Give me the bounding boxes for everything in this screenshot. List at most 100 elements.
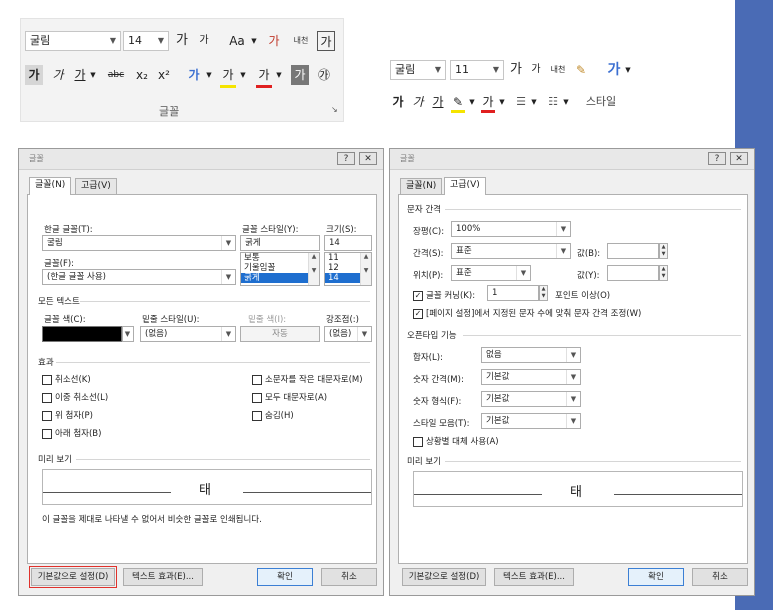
- mini-highlight-button[interactable]: ✎: [450, 92, 466, 112]
- superscript-checkbox[interactable]: 위 첨자(P): [42, 409, 93, 421]
- text-effects-button[interactable]: 가: [185, 65, 203, 85]
- grow-font-button[interactable]: 가: [173, 31, 191, 51]
- cancel-button[interactable]: 취소: [692, 568, 748, 586]
- close-icon[interactable]: ✕: [359, 152, 377, 165]
- help-icon[interactable]: ?: [337, 152, 355, 165]
- chevron-down-icon[interactable]: ▼: [435, 61, 441, 79]
- chevron-down-icon[interactable]: ▼: [158, 32, 164, 50]
- mini-italic-button[interactable]: 가: [410, 92, 426, 112]
- chevron-down-icon[interactable]: ▼: [498, 92, 506, 112]
- chevron-down-icon[interactable]: ▼: [357, 327, 371, 341]
- tab-font[interactable]: 글꼴(N): [400, 178, 443, 194]
- scrollbar[interactable]: ▲ ▼: [308, 253, 319, 285]
- change-case-button[interactable]: Aa: [224, 31, 250, 51]
- superscript-button[interactable]: x²: [155, 65, 173, 85]
- set-as-default-button[interactable]: 기본값으로 설정(D): [402, 568, 486, 586]
- size-input[interactable]: 14: [324, 235, 372, 251]
- chevron-down-icon[interactable]: ▼: [516, 266, 530, 280]
- mini-underline-button[interactable]: 가: [430, 92, 446, 112]
- chevron-down-icon[interactable]: ▼: [556, 222, 570, 236]
- checkbox-box[interactable]: [42, 374, 52, 385]
- subscript-button[interactable]: x₂: [133, 65, 151, 85]
- checkbox-box[interactable]: [42, 410, 52, 421]
- tab-advanced[interactable]: 고급(V): [75, 178, 117, 194]
- italic-button[interactable]: 가: [49, 65, 67, 85]
- spinner-icon[interactable]: ▲ ▼: [659, 243, 668, 259]
- checkbox-box[interactable]: [252, 410, 262, 421]
- underline-style-combo[interactable]: (없음) ▼: [140, 326, 236, 342]
- bullets-icon[interactable]: ☰: [512, 92, 530, 112]
- mini-styles-button[interactable]: 스타일: [576, 92, 626, 112]
- chevron-down-icon[interactable]: ▼: [110, 32, 116, 50]
- position-by-input[interactable]: [607, 265, 659, 281]
- small-caps-checkbox[interactable]: 소문자를 작은 대문자로(M): [252, 373, 363, 385]
- chevron-down-icon[interactable]: ▼: [89, 65, 97, 85]
- spinner-icon[interactable]: ▲ ▼: [659, 265, 668, 281]
- numbering-icon[interactable]: ☷: [544, 92, 562, 112]
- help-icon[interactable]: ?: [708, 152, 726, 165]
- phonetic-guide-button[interactable]: 내천: [289, 31, 313, 51]
- chevron-down-icon[interactable]: ▼: [566, 414, 580, 428]
- kerning-input[interactable]: 1: [487, 285, 539, 301]
- chevron-down-icon[interactable]: ▼: [275, 65, 283, 85]
- ok-button[interactable]: 확인: [257, 568, 313, 586]
- chevron-down-icon[interactable]: ▼: [566, 348, 580, 362]
- character-shading-button[interactable]: 가: [291, 65, 309, 85]
- strikethrough-checkbox[interactable]: 취소선(K): [42, 373, 91, 385]
- all-caps-checkbox[interactable]: 모두 대문자로(A): [252, 391, 327, 403]
- mini-font-name-combo[interactable]: 굴림 ▼: [390, 60, 446, 80]
- dialog-launcher-icon[interactable]: ↘: [331, 105, 338, 114]
- ok-button[interactable]: 확인: [628, 568, 684, 586]
- chevron-down-icon[interactable]: ▼: [566, 392, 580, 406]
- chevron-down-icon[interactable]: ▼: [530, 92, 538, 112]
- font-style-list[interactable]: 보통 기울임꼴 굵게 ▲ ▼: [240, 252, 320, 286]
- kerning-checkbox[interactable]: ✓ 글꼴 커닝(K):: [413, 289, 475, 301]
- checkbox-box[interactable]: [252, 374, 262, 385]
- chevron-down-icon[interactable]: ▼: [221, 236, 235, 250]
- highlight-button[interactable]: 가: [219, 65, 237, 85]
- spinner-icon[interactable]: ▲ ▼: [539, 285, 548, 301]
- chevron-down-icon[interactable]: ▼: [566, 370, 580, 384]
- mini-font-color-button[interactable]: 가: [480, 92, 496, 112]
- chevron-down-icon[interactable]: ▼: [562, 92, 570, 112]
- emphasis-combo[interactable]: (없음) ▼: [324, 326, 372, 342]
- set-as-default-button[interactable]: 기본값으로 설정(D): [29, 566, 117, 588]
- tab-advanced[interactable]: 고급(V): [444, 177, 486, 195]
- mini-shrink-font-button[interactable]: 가: [528, 60, 544, 80]
- checkbox-box[interactable]: ✓: [413, 290, 423, 301]
- tab-font[interactable]: 글꼴(N): [29, 177, 72, 195]
- shrink-font-button[interactable]: 가: [195, 31, 213, 51]
- korean-font-combo[interactable]: 굴림 ▼: [42, 235, 236, 251]
- underline-button[interactable]: 가: [71, 65, 89, 85]
- enclose-characters-button[interactable]: ㉮: [315, 65, 333, 85]
- font-style-input[interactable]: 굵게: [240, 235, 320, 251]
- mini-phonetic-guide-button[interactable]: 내천: [548, 60, 568, 80]
- snap-to-grid-checkbox[interactable]: ✓ [페이지 설정]에서 지정된 문자 수에 맞춰 문자 간격 조정(W): [413, 307, 641, 319]
- character-border-button[interactable]: 가: [317, 31, 335, 51]
- chevron-down-icon[interactable]: ▼: [493, 61, 499, 79]
- chevron-down-icon[interactable]: ▼: [239, 65, 247, 85]
- chevron-down-icon[interactable]: ▼: [624, 60, 632, 80]
- chevron-down-icon[interactable]: ▼: [468, 92, 476, 112]
- bold-button[interactable]: 가: [25, 65, 43, 85]
- clear-formatting-button[interactable]: 가: [265, 31, 283, 51]
- spacing-by-input[interactable]: [607, 243, 659, 259]
- checkbox-box[interactable]: [413, 436, 423, 447]
- subscript-checkbox[interactable]: 아래 첨자(B): [42, 427, 101, 439]
- scale-combo[interactable]: 100% ▼: [451, 221, 571, 237]
- cancel-button[interactable]: 취소: [321, 568, 377, 586]
- font-color-picker[interactable]: [42, 326, 122, 342]
- position-combo[interactable]: 표준 ▼: [451, 265, 531, 281]
- ribbon-font-size-combo[interactable]: 14 ▼: [123, 31, 169, 51]
- mini-font-size-combo[interactable]: 11 ▼: [450, 60, 504, 80]
- mini-bold-button[interactable]: 가: [390, 92, 406, 112]
- chevron-down-icon[interactable]: ▼: [221, 270, 235, 284]
- chevron-down-icon[interactable]: ▼: [221, 327, 235, 341]
- chevron-down-icon[interactable]: ▼: [205, 65, 213, 85]
- stylistic-sets-combo[interactable]: 기본값 ▼: [481, 413, 581, 429]
- ligatures-combo[interactable]: 없음 ▼: [481, 347, 581, 363]
- font-color-button[interactable]: 가: [255, 65, 273, 85]
- ribbon-font-name-combo[interactable]: 굴림 ▼: [25, 31, 121, 51]
- chevron-down-icon[interactable]: ▼: [123, 327, 133, 341]
- checkbox-box[interactable]: ✓: [413, 308, 423, 319]
